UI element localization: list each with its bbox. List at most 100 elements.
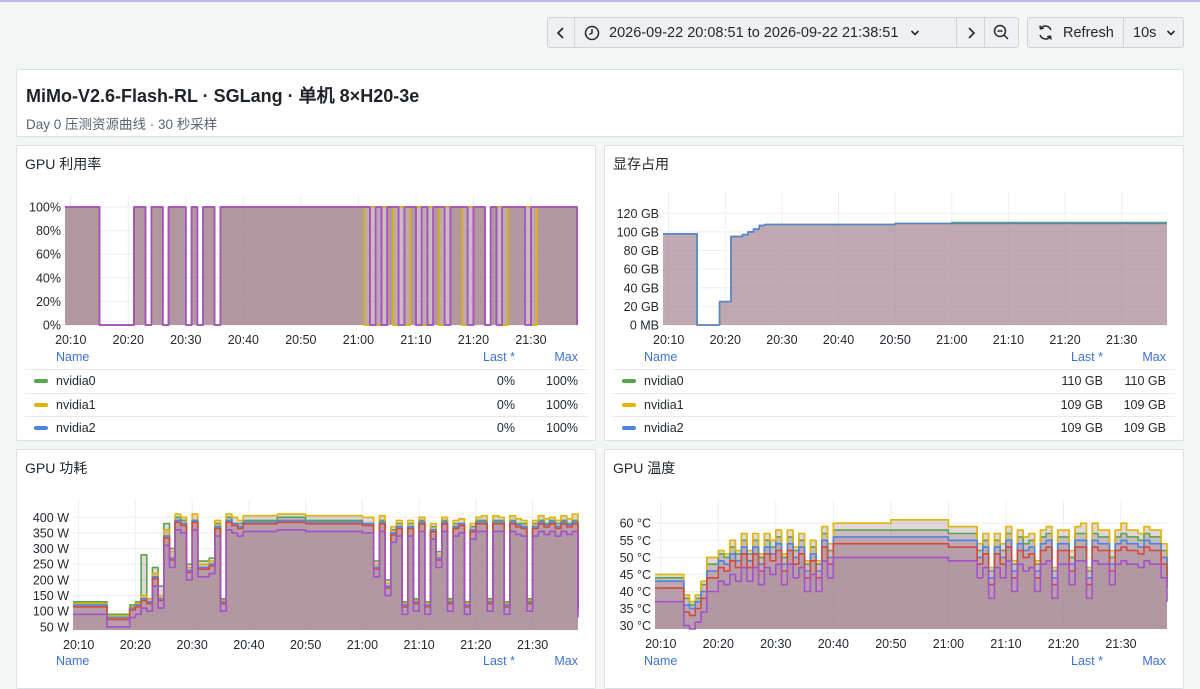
legend-row[interactable]: nvidia0 110 GB 110 GB bbox=[613, 369, 1175, 392]
y-tick-label: 30 °C bbox=[620, 619, 651, 633]
legend-series-name: nvidia0 bbox=[644, 374, 684, 388]
legend-series-name: nvidia1 bbox=[56, 397, 96, 412]
memory-chart: 0 MB 20 GB 40 GB 60 GB 80 GB 100 GB 120 GB 20:1… bbox=[617, 192, 1167, 347]
y-tick-label: 60% bbox=[36, 248, 61, 262]
x-tick-label: 20:40 bbox=[228, 333, 259, 347]
x-tick-label: 21:00 bbox=[933, 637, 964, 651]
y-tick-label: 100 GB bbox=[617, 225, 659, 239]
x-tick-label: 21:20 bbox=[1048, 637, 1079, 651]
x-tick-label: 20:10 bbox=[645, 637, 676, 651]
y-tick-label: 300 W bbox=[33, 542, 69, 556]
y-tick-label: 60 GB bbox=[624, 263, 659, 277]
legend-last-header[interactable]: Last * bbox=[483, 654, 515, 668]
legend-name-header[interactable]: Name bbox=[644, 350, 677, 364]
legend-max-header[interactable]: Max bbox=[1142, 654, 1166, 668]
legend-swatch bbox=[622, 426, 636, 430]
y-tick-label: 50 W bbox=[40, 620, 69, 634]
time-forward-button[interactable] bbox=[957, 17, 985, 48]
x-tick-label: 21:10 bbox=[993, 333, 1024, 347]
legend-name-header[interactable]: Name bbox=[644, 654, 677, 668]
y-tick-label: 40 °C bbox=[620, 585, 651, 599]
power-chart: 50 W100 W 150 W 200 W250 W 300 W 350 W400 W 2… bbox=[33, 499, 579, 652]
x-tick-label: 21:10 bbox=[400, 333, 431, 347]
x-tick-label: 21:30 bbox=[1106, 333, 1137, 347]
refresh-interval-select[interactable]: 10s bbox=[1124, 17, 1184, 48]
chevron-right-icon bbox=[967, 26, 975, 39]
x-tick-label: 20:40 bbox=[823, 333, 854, 347]
refresh-label: Refresh bbox=[1063, 24, 1114, 41]
y-tick-label: 20% bbox=[36, 295, 61, 309]
y-tick-label: 45 °C bbox=[620, 568, 651, 582]
legend-row[interactable]: nvidia1 0% 100% bbox=[25, 392, 587, 416]
chevron-down-icon bbox=[911, 29, 920, 36]
x-tick-label: 20:30 bbox=[177, 638, 208, 652]
x-tick-label: 21:10 bbox=[403, 638, 434, 652]
y-tick-label: 35 °C bbox=[620, 602, 651, 616]
legend-last-header[interactable]: Last * bbox=[1071, 654, 1103, 668]
legend-last-value: 109 GB bbox=[1060, 421, 1103, 435]
legend-max-value: 109 GB bbox=[1123, 397, 1166, 412]
legend-last-header[interactable]: Last * bbox=[483, 350, 515, 364]
legend-last-value: 0% bbox=[496, 421, 515, 435]
legend-last-header[interactable]: Last * bbox=[1071, 350, 1103, 364]
y-tick-label: 20 GB bbox=[624, 300, 659, 314]
legend-swatch bbox=[34, 426, 48, 430]
x-tick-label: 20:20 bbox=[113, 333, 144, 347]
y-tick-label: 150 W bbox=[33, 589, 69, 603]
temperature-chart: 30 °C 35 °C 40 °C 45 °C 50 °C 55 °C 60 °C 20:10… bbox=[620, 501, 1168, 651]
x-tick-label: 20:50 bbox=[880, 333, 911, 347]
x-tick-label: 20:50 bbox=[285, 333, 316, 347]
legend-max-header[interactable]: Max bbox=[554, 350, 578, 364]
gpu-util-panel: GPU 利用率 0% 20% 40% 60% 80% 100% 20:10 20:20 20:3… bbox=[16, 145, 596, 441]
y-tick-label: 55 °C bbox=[620, 534, 651, 548]
chevron-down-icon bbox=[1167, 29, 1176, 36]
y-tick-label: 120 GB bbox=[617, 207, 659, 221]
legend-series-name: nvidia2 bbox=[56, 421, 96, 435]
x-tick-label: 20:40 bbox=[233, 638, 264, 652]
legend-row[interactable]: nvidia2 109 GB 109 GB bbox=[613, 416, 1175, 439]
legend-max-value: 100% bbox=[546, 374, 578, 388]
y-tick-label: 200 W bbox=[33, 573, 69, 587]
legend-last-value: 0% bbox=[496, 374, 515, 388]
y-tick-label: 80% bbox=[36, 224, 61, 238]
time-back-button[interactable] bbox=[547, 17, 575, 48]
y-tick-label: 80 GB bbox=[624, 244, 659, 258]
x-tick-label: 20:20 bbox=[710, 333, 741, 347]
x-tick-label: 21:20 bbox=[1049, 333, 1080, 347]
y-tick-label: 40% bbox=[36, 271, 61, 285]
legend-row[interactable]: nvidia1 109 GB 109 GB bbox=[613, 392, 1175, 416]
power-panel: GPU 功耗 50 W 100 W 150 W 200 W 250 W 300 W 350 … bbox=[16, 449, 596, 689]
dashboard-subtitle: Day 0 压测资源曲线 · 30 秒采样 bbox=[26, 117, 218, 132]
x-tick-label: 21:00 bbox=[343, 333, 374, 347]
time-range-picker[interactable]: 2026-09-22 20:08:51 to 2026-09-22 21:38:… bbox=[575, 17, 957, 48]
zoom-out-button[interactable] bbox=[985, 17, 1019, 48]
legend-name-header[interactable]: Name bbox=[56, 654, 89, 668]
legend-row[interactable]: nvidia0 0% 100% bbox=[25, 369, 587, 392]
zoom-out-icon bbox=[993, 24, 1009, 40]
x-tick-label: 21:20 bbox=[458, 333, 489, 347]
refresh-button[interactable]: Refresh bbox=[1027, 17, 1124, 48]
x-tick-label: 21:00 bbox=[347, 638, 378, 652]
x-tick-label: 20:30 bbox=[760, 637, 791, 651]
x-tick-label: 20:40 bbox=[818, 637, 849, 651]
legend-row[interactable]: nvidia2 0% 100% bbox=[25, 416, 587, 439]
legend-name-header[interactable]: Name bbox=[56, 350, 89, 364]
x-tick-label: 20:30 bbox=[766, 333, 797, 347]
legend-max-value: 110 GB bbox=[1124, 374, 1166, 388]
x-tick-label: 21:30 bbox=[515, 333, 546, 347]
refresh-interval-value: 10s bbox=[1133, 24, 1157, 41]
legend-max-value: 100% bbox=[546, 397, 578, 412]
time-toolbar: 2026-09-22 20:08:51 to 2026-09-22 21:38:… bbox=[547, 17, 1019, 48]
x-tick-label: 20:10 bbox=[55, 333, 86, 347]
legend-series-name: nvidia1 bbox=[644, 397, 684, 412]
time-range-text: 2026-09-22 20:08:51 to 2026-09-22 21:38:… bbox=[609, 24, 899, 41]
legend-max-value: 100% bbox=[546, 421, 578, 435]
x-tick-label: 20:50 bbox=[875, 637, 906, 651]
legend-series-name: nvidia0 bbox=[56, 374, 96, 388]
x-tick-label: 21:10 bbox=[990, 637, 1021, 651]
series-area-nvidia2 bbox=[663, 223, 1167, 325]
x-tick-label: 20:20 bbox=[703, 637, 734, 651]
legend-max-header[interactable]: Max bbox=[1142, 350, 1166, 364]
legend-max-header[interactable]: Max bbox=[554, 654, 578, 668]
x-tick-label: 21:30 bbox=[1105, 637, 1136, 651]
